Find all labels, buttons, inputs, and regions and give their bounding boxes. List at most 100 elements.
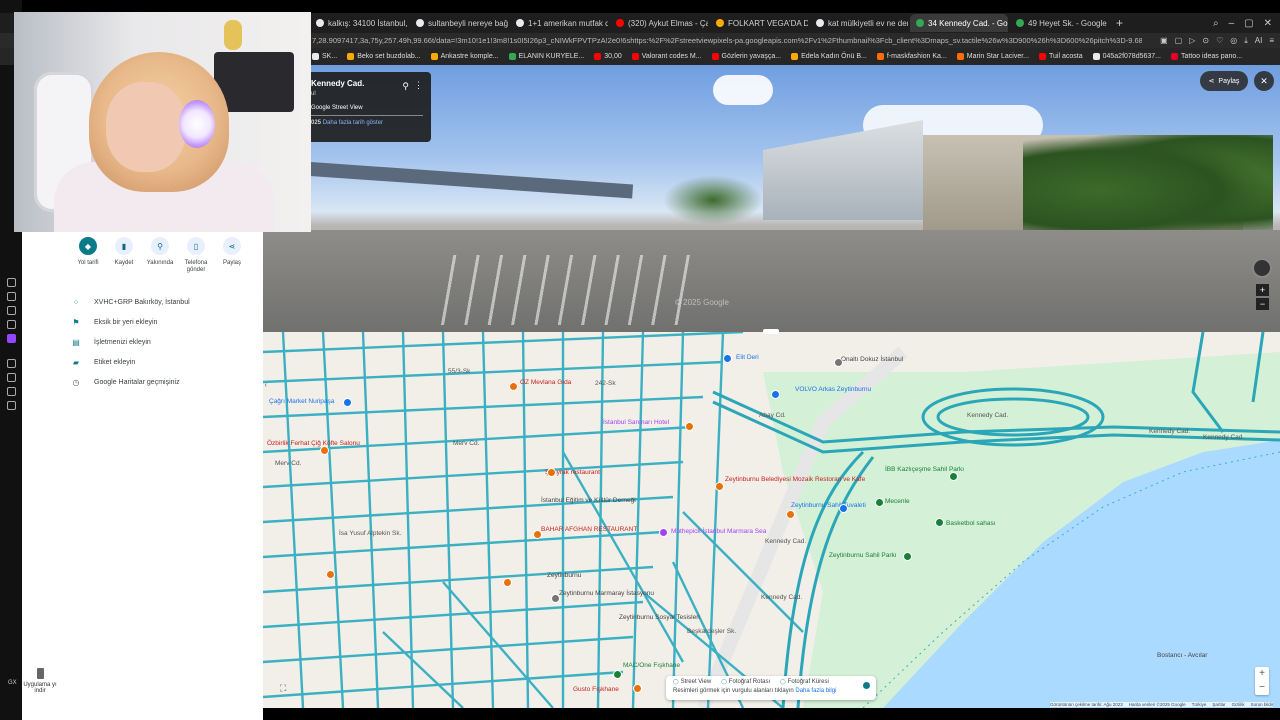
browser-tab[interactable]: kat mülkiyetli ev ne deme [810, 14, 908, 32]
browser-tab[interactable]: FOLKART VEGA'DA DENE [710, 14, 808, 32]
zoom-in-button[interactable]: + [1256, 284, 1269, 296]
twitch-icon[interactable] [6, 334, 16, 343]
bookmark-item[interactable]: Marin Star Laciver... [956, 53, 1029, 60]
map-label[interactable]: Çağrı Market Nuripaşa [269, 398, 334, 405]
layer-photosphere[interactable]: Fotoğraf Küresi [780, 679, 829, 685]
minimize-icon[interactable]: – [1229, 18, 1235, 29]
bookmark-item[interactable]: Gözlerin yavaşça... [711, 53, 781, 60]
ai-button[interactable]: AI [1255, 36, 1263, 45]
map-label[interactable]: Merv Cd. [275, 460, 301, 467]
share-place-button[interactable]: ⋖ Paylaş [214, 237, 250, 274]
map-poi-marker-icon[interactable] [834, 358, 843, 367]
map-poi-marker-icon[interactable] [786, 510, 795, 519]
map-label[interactable]: Gusto Fışkhane [573, 686, 619, 693]
chat-icon[interactable] [6, 320, 16, 329]
map-label[interactable]: Zeytinburnu Sahil Parkı [829, 552, 897, 559]
map-poi-marker-icon[interactable] [659, 528, 668, 537]
map-poi-marker-icon[interactable] [949, 472, 958, 481]
bookmark-item[interactable]: Tuil acosta [1039, 53, 1083, 60]
bookmark-item[interactable]: SK... [312, 53, 337, 60]
map-label[interactable]: Bostancı - Avcılar [1157, 652, 1207, 659]
bookmark-item[interactable]: Tattoo ideas pano... [1171, 53, 1242, 60]
maximize-icon[interactable]: ▢ [1244, 18, 1253, 29]
menu-icon[interactable]: ≡ [1269, 36, 1274, 45]
expand-icon[interactable]: ⛶ [280, 683, 286, 694]
footer-item[interactable]: Türkiye [1192, 702, 1207, 707]
download-icon[interactable]: ⤓ [1244, 36, 1248, 46]
heart-icon[interactable]: ♡ [1216, 36, 1223, 45]
map-label[interactable]: Merv Cd. [453, 440, 479, 447]
map-poi-marker-icon[interactable] [320, 446, 329, 455]
map-label[interactable]: İstanbul Sanmarı Hotel [603, 419, 669, 426]
map-poi-marker-icon[interactable] [343, 398, 352, 407]
location-pin-icon[interactable]: ⚲ [402, 81, 409, 92]
map-label[interactable]: MAC/One Fışkhane [623, 662, 680, 669]
save-button[interactable]: ▮ Kaydet [106, 237, 142, 274]
bookmark-item[interactable]: Edela Kadın Önü B... [791, 53, 867, 60]
learn-more-link[interactable]: Daha fazla bilgi [795, 688, 836, 694]
download-app-button[interactable]: Uygulama yı indir [22, 668, 58, 706]
close-street-view-button[interactable]: ✕ [1254, 71, 1274, 91]
map-label[interactable]: Kennedy Cad. [1149, 428, 1190, 435]
map-poi-marker-icon[interactable] [935, 518, 944, 527]
map-label[interactable]: Kennedy Cad. [761, 594, 802, 601]
map-poi-marker-icon[interactable] [547, 468, 556, 477]
add-label-row[interactable]: ▰ Etiket ekleyin [70, 352, 190, 372]
bookmark-item[interactable]: ELANIN KURYELE... [508, 53, 584, 60]
bookmark-item[interactable]: Beko set buzdolab... [347, 53, 421, 60]
bookmark-item[interactable]: 045a2f078d5637... [1092, 53, 1161, 60]
new-tab-button[interactable]: + [1110, 16, 1129, 30]
layer-photo-route[interactable]: Fotoğraf Rotası [721, 679, 770, 685]
add-business-row[interactable]: ▤ İşletmenizi ekleyin [70, 332, 190, 352]
browser-tab-active[interactable]: 34 Kennedy Cad. - Goog [910, 14, 1008, 32]
map-label[interactable]: VOLVO Arkas Zeytinburnu [795, 386, 871, 393]
map-poi-marker-icon[interactable] [533, 530, 542, 539]
maps-history-row[interactable]: ◷ Google Haritalar geçmişiniz [70, 372, 190, 392]
map-zoom-out-button[interactable]: − [1255, 681, 1269, 695]
lock-icon[interactable]: ⊙ [1202, 36, 1209, 45]
map-label[interactable]: Kennedy Cad. [765, 538, 806, 545]
layer-street-view[interactable]: Street View [673, 679, 712, 685]
close-window-icon[interactable]: ✕ [1264, 18, 1272, 29]
plus-code-row[interactable]: ⁘ XVHC+GRP Bakırköy, İstanbul [70, 292, 190, 312]
collapse-panel-icon[interactable]: ‹ [265, 382, 267, 389]
map-label[interactable]: Zeytinburnu Sosyal Tesisleri [619, 614, 700, 621]
footer-item[interactable]: Sorun bildir [1251, 702, 1274, 707]
map-label[interactable]: Basketbol sahası [946, 520, 996, 527]
directions-button[interactable]: ◆ Yol tarifi [70, 237, 106, 274]
more-options-icon[interactable]: ⋮ [414, 80, 423, 91]
map-label[interactable]: Zeytinburnu Marmaray İstasyonu [559, 590, 654, 597]
map-poi-marker-icon[interactable] [509, 382, 518, 391]
gx-icon[interactable]: GX [8, 680, 17, 686]
add-missing-place-row[interactable]: ⚑ Eksik bir yeri ekleyin [70, 312, 190, 332]
send-icon[interactable] [6, 387, 16, 396]
map-poi-marker-icon[interactable] [875, 498, 884, 507]
browser-tab[interactable]: 49 Heyet Sk. - Google Ha [1010, 14, 1108, 32]
browser-tab[interactable]: 1+1 amerikan mutfak dem [510, 14, 608, 32]
map-poi-marker-icon[interactable] [685, 422, 694, 431]
share-button[interactable]: ⋖ Paylaş [1200, 71, 1248, 91]
map-label[interactable]: OZ Mevlana Gıda [520, 379, 571, 386]
map-label[interactable]: Zeytinburnu Sahil Tuvaleti [791, 502, 866, 509]
user-icon[interactable] [6, 292, 16, 301]
map-poi-marker-icon[interactable] [839, 504, 848, 513]
browser-tab[interactable]: kalkış: 34100 İstanbul, İst [310, 14, 408, 32]
map-label[interactable]: Kennedy Cad. [1203, 434, 1244, 441]
more-dates-link[interactable]: Daha fazla tarih göster [323, 120, 383, 126]
map-label[interactable]: Mecenle [885, 498, 910, 505]
map-poi-marker-icon[interactable] [503, 578, 512, 587]
send-to-phone-button[interactable]: ▯ Telefona gönder [178, 237, 214, 274]
map-poi-marker-icon[interactable] [633, 684, 642, 693]
search-tabs-icon[interactable]: ⌕ [1213, 18, 1219, 29]
footer-item[interactable]: Şartlar [1212, 702, 1225, 707]
player-icon[interactable] [6, 359, 16, 368]
url-text[interactable]: 7,28.9097417,3a,75y,257.49h,99.66t/data=… [312, 36, 1142, 45]
browser-tab[interactable]: (320) Aykut Elmas - Çam [610, 14, 708, 32]
map-canvas[interactable]: 55/3-Sk 242-Sk Elit Deri Onaltı Dokuz İstan… [263, 332, 1280, 708]
map-zoom-in-button[interactable]: + [1255, 667, 1269, 681]
bookmark-item[interactable]: Valorant codes M... [631, 53, 702, 60]
map-label[interactable]: Müthepick İstanbul Marmara Sea [671, 528, 766, 535]
map-label[interactable]: Kennedy Cad. [967, 412, 1008, 419]
map-label[interactable]: İsa Yusuf Alptekin Sk. [339, 530, 401, 537]
whatsapp-icon[interactable] [6, 306, 16, 315]
